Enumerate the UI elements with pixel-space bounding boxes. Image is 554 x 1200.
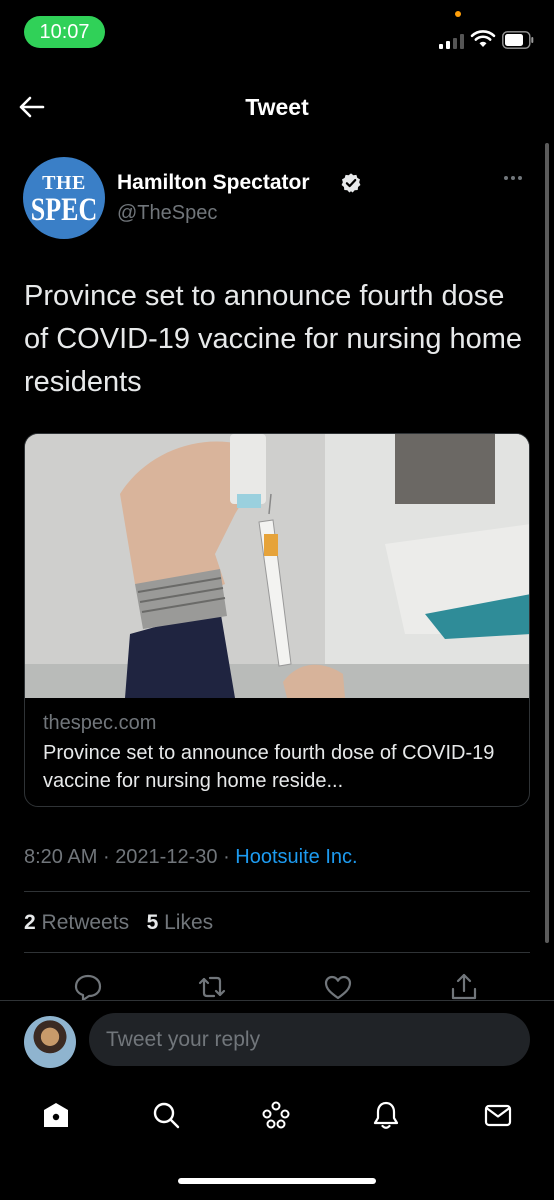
divider (24, 952, 530, 953)
privacy-indicator-dot (455, 11, 461, 17)
meta-separator: · (223, 846, 230, 868)
tweet-time: 8:20 AM (24, 846, 98, 868)
author-avatar[interactable]: THE SPEC (23, 157, 105, 239)
nav-home[interactable] (39, 1098, 73, 1132)
tweet-source-link[interactable]: Hootsuite Inc. (235, 846, 357, 868)
avatar-logo-line2: SPEC (30, 191, 98, 228)
scrollbar[interactable] (545, 143, 549, 943)
card-title: Province set to announce fourth dose of … (43, 742, 495, 792)
avatar-logo-line1: THE (42, 172, 86, 195)
search-icon (153, 1102, 180, 1129)
divider (24, 891, 530, 892)
home-indicator[interactable] (178, 1178, 376, 1184)
notifications-icon (373, 1101, 399, 1129)
nav-messages[interactable] (481, 1098, 515, 1132)
wifi-icon (470, 30, 496, 47)
link-card[interactable]: thespec.com Province set to announce fou… (24, 433, 530, 807)
retweets-stat[interactable]: 2 Retweets (24, 911, 129, 934)
user-avatar[interactable] (24, 1016, 76, 1068)
meta-separator: · (102, 846, 110, 868)
likes-stat[interactable]: 5 Likes (147, 911, 214, 934)
spaces-icon (262, 1101, 290, 1129)
battery-icon (502, 31, 534, 49)
tweet-stats: 2 Retweets 5 Likes (24, 911, 213, 935)
page-title: Tweet (245, 94, 309, 120)
verified-badge-icon (341, 173, 361, 193)
reply-icon[interactable] (73, 972, 103, 1002)
home-icon (44, 1103, 68, 1127)
nav-notifications[interactable] (369, 1098, 403, 1132)
retweet-icon[interactable] (197, 972, 227, 1002)
more-dots-icon (504, 176, 508, 180)
tweet-date: 2021-12-30 (115, 846, 218, 868)
tweet-text: Province set to announce fourth dose of … (24, 280, 523, 398)
card-domain: thespec.com (43, 712, 157, 734)
card-image-vaccine-syringe (25, 434, 529, 698)
share-icon[interactable] (449, 972, 479, 1002)
nav-spaces[interactable] (259, 1098, 293, 1132)
messages-icon (484, 1104, 512, 1127)
more-options-button[interactable] (504, 176, 522, 180)
cellular-signal-icon (439, 33, 465, 49)
status-time: 10:07 (24, 16, 105, 48)
author-name[interactable]: Hamilton Spectator (117, 171, 310, 195)
author-handle[interactable]: @TheSpec (117, 202, 217, 225)
reply-input[interactable] (89, 1013, 530, 1066)
nav-search[interactable] (149, 1098, 183, 1132)
tweet-meta: 8:20 AM · 2021-12-30 · Hootsuite Inc. (24, 846, 358, 869)
like-icon[interactable] (323, 972, 353, 1002)
